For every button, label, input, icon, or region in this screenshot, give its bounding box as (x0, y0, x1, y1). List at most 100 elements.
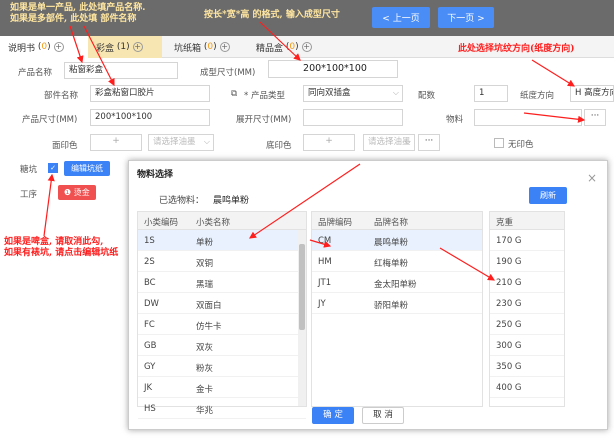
table-row[interactable]: JT1 金太阳单粉 (312, 272, 482, 293)
tab-label: 坑纸箱 (174, 43, 202, 54)
bottom-ink-more-button[interactable]: ··· (418, 134, 440, 151)
annotation-line: 如果是单一产品, 此处填产品名称. (10, 3, 146, 13)
tab-label: 精品盒 (256, 43, 284, 54)
table-row[interactable]: 190 G (490, 251, 564, 272)
process-tag-hot-stamping[interactable]: ❶ 烫金 (58, 185, 96, 200)
part-name-input[interactable]: 彩盒粘窗口胶片 (90, 85, 210, 102)
tab-count: 0 (41, 42, 48, 52)
weight-table: 克重 170 G 190 G 210 G 230 G 250 G 300 G 350 G 40… (489, 211, 565, 407)
table-row[interactable]: BC 黑瑞 (138, 272, 306, 293)
arrow-to-pit-checkbox (43, 173, 55, 237)
formed-size-input[interactable]: 200*100*100 (268, 60, 398, 78)
tab-color-box[interactable]: 彩盒 (1) + (88, 36, 162, 58)
column-header: 小类名称 (196, 218, 231, 228)
table-cell: 230 G (496, 299, 522, 309)
material-input[interactable] (474, 109, 582, 126)
tab-label: 彩盒 (96, 43, 115, 54)
material-picker-button[interactable]: ··· (584, 109, 606, 126)
table-cell: 粉灰 (196, 364, 214, 374)
table-row[interactable]: HS 华兆 (138, 398, 306, 419)
dialog-title: 物料选择 (137, 170, 174, 180)
match-count-input[interactable]: 1 (474, 85, 508, 102)
column-header: 品牌编码 (318, 218, 353, 228)
product-size-label: 产品尺寸(MM) (22, 115, 78, 125)
plus-circle-icon[interactable]: + (301, 42, 312, 52)
refresh-button[interactable]: 刷新 (529, 187, 567, 204)
unfold-size-label: 展开尺寸(MM) (236, 115, 292, 125)
table-row[interactable]: GB 双灰 (138, 335, 306, 356)
product-name-input[interactable]: 粘窗彩盒 (64, 62, 178, 79)
table-cell: 金太阳单粉 (374, 280, 417, 290)
annotation-pit-hint: 如果是啤盒, 请取消此勾, 如果有裱坑, 请点击编辑坑纸 (4, 237, 118, 259)
table-cell: HS (144, 404, 156, 414)
tab-corrugated-box[interactable]: 坑纸箱 (0) + (166, 36, 246, 58)
pit-checkbox[interactable]: ✓ (48, 163, 58, 173)
table-row[interactable]: HM 红梅单粉 (312, 251, 482, 272)
table-cell: FC (144, 320, 155, 330)
table-row[interactable]: 1S 单粉 (138, 230, 306, 251)
table-cell: 华兆 (196, 406, 214, 416)
face-color-add-button[interactable]: + (90, 134, 142, 151)
table-row[interactable]: JK 金卡 (138, 377, 306, 398)
bottom-ink-select[interactable]: 请选择油墨 (363, 134, 415, 151)
next-page-button[interactable]: 下一页 > (438, 7, 494, 28)
table-row[interactable]: 2S 双铜 (138, 251, 306, 272)
annotation-line: 如果有裱坑, 请点击编辑坑纸 (4, 248, 119, 258)
plus-circle-icon[interactable]: + (219, 42, 230, 52)
formed-size-label: 成型尺寸(MM) (200, 68, 256, 78)
edit-pit-button[interactable]: 编辑坑纸 (64, 161, 110, 176)
table-row[interactable]: JY 骄阳单粉 (312, 293, 482, 314)
table-cell: JK (144, 383, 153, 393)
prev-page-button[interactable]: < 上一页 (372, 7, 430, 28)
table-cell: JT1 (318, 278, 332, 288)
table-row[interactable]: CM 晨鸣单粉 (312, 230, 482, 251)
material-select-dialog: 物料选择 × 已选物料： 晨鸣单粉 刷新 小类编码 小类名称 1S 单粉 2S 双铜 B… (128, 160, 608, 430)
table-row[interactable]: 350 G (490, 356, 564, 377)
tab-count: 1 (120, 42, 127, 52)
close-icon[interactable]: × (587, 171, 597, 185)
cancel-button[interactable]: 取 消 (362, 407, 404, 424)
bottom-color-add-button[interactable]: + (303, 134, 355, 151)
table-cell: 双灰 (196, 343, 214, 353)
copy-icon[interactable]: ⧉ (231, 89, 237, 99)
tab-label: 说明书 (8, 43, 36, 54)
table-row[interactable]: 210 G (490, 272, 564, 293)
table-row[interactable]: 250 G (490, 314, 564, 335)
table-header: 品牌编码 品牌名称 (312, 212, 482, 230)
product-type-select[interactable]: 同向双插盒 (303, 85, 403, 102)
table-cell: 金卡 (196, 385, 214, 395)
plus-circle-icon[interactable]: + (53, 42, 64, 52)
tab-manual[interactable]: 说明书 (0) + (0, 36, 88, 58)
table-cell: GB (144, 341, 157, 351)
no-print-checkbox[interactable] (494, 138, 504, 148)
face-ink-select[interactable]: 请选择油墨 (148, 134, 214, 151)
table-row[interactable]: 400 G (490, 377, 564, 398)
annotation-line: 如果是啤盒, 请取消此勾, (4, 237, 104, 247)
table-row[interactable]: 170 G (490, 230, 564, 251)
table-cell: BC (144, 278, 156, 288)
product-size-input[interactable]: 200*100*100 (90, 109, 210, 126)
table-row[interactable]: GY 粉灰 (138, 356, 306, 377)
table-row[interactable]: 300 G (490, 335, 564, 356)
scrollbar[interactable] (298, 230, 306, 406)
selected-material-label: 已选物料： (159, 196, 205, 206)
table-row[interactable]: FC 仿牛卡 (138, 314, 306, 335)
grain-select[interactable]: H 高度方向 (570, 85, 614, 102)
unfold-size-input[interactable] (303, 109, 403, 126)
process-label: 工序 (20, 190, 38, 200)
annotation-size-hint: 按长*宽*高 的格式, 输入成型尺寸 (204, 10, 340, 20)
product-name-label: 产品名称 (18, 68, 53, 78)
table-cell: 红梅单粉 (374, 259, 409, 269)
table-cell: 单粉 (196, 238, 214, 248)
table-cell: 仿牛卡 (196, 322, 222, 332)
scrollbar-thumb[interactable] (299, 244, 305, 330)
tab-premium-box[interactable]: 精品盒 (0) + (248, 36, 336, 58)
material-form-screen: 如果是单一产品, 此处填产品名称. 如果是多部件, 此处填 部件名称 按长*宽*… (0, 0, 614, 442)
table-cell: CM (318, 236, 332, 246)
table-row[interactable]: DW 双面白 (138, 293, 306, 314)
plus-circle-icon[interactable]: + (132, 42, 143, 52)
confirm-button[interactable]: 确 定 (312, 407, 354, 424)
table-row[interactable]: 230 G (490, 293, 564, 314)
arrow-to-grain-select (531, 59, 576, 87)
table-cell: 2S (144, 257, 155, 267)
